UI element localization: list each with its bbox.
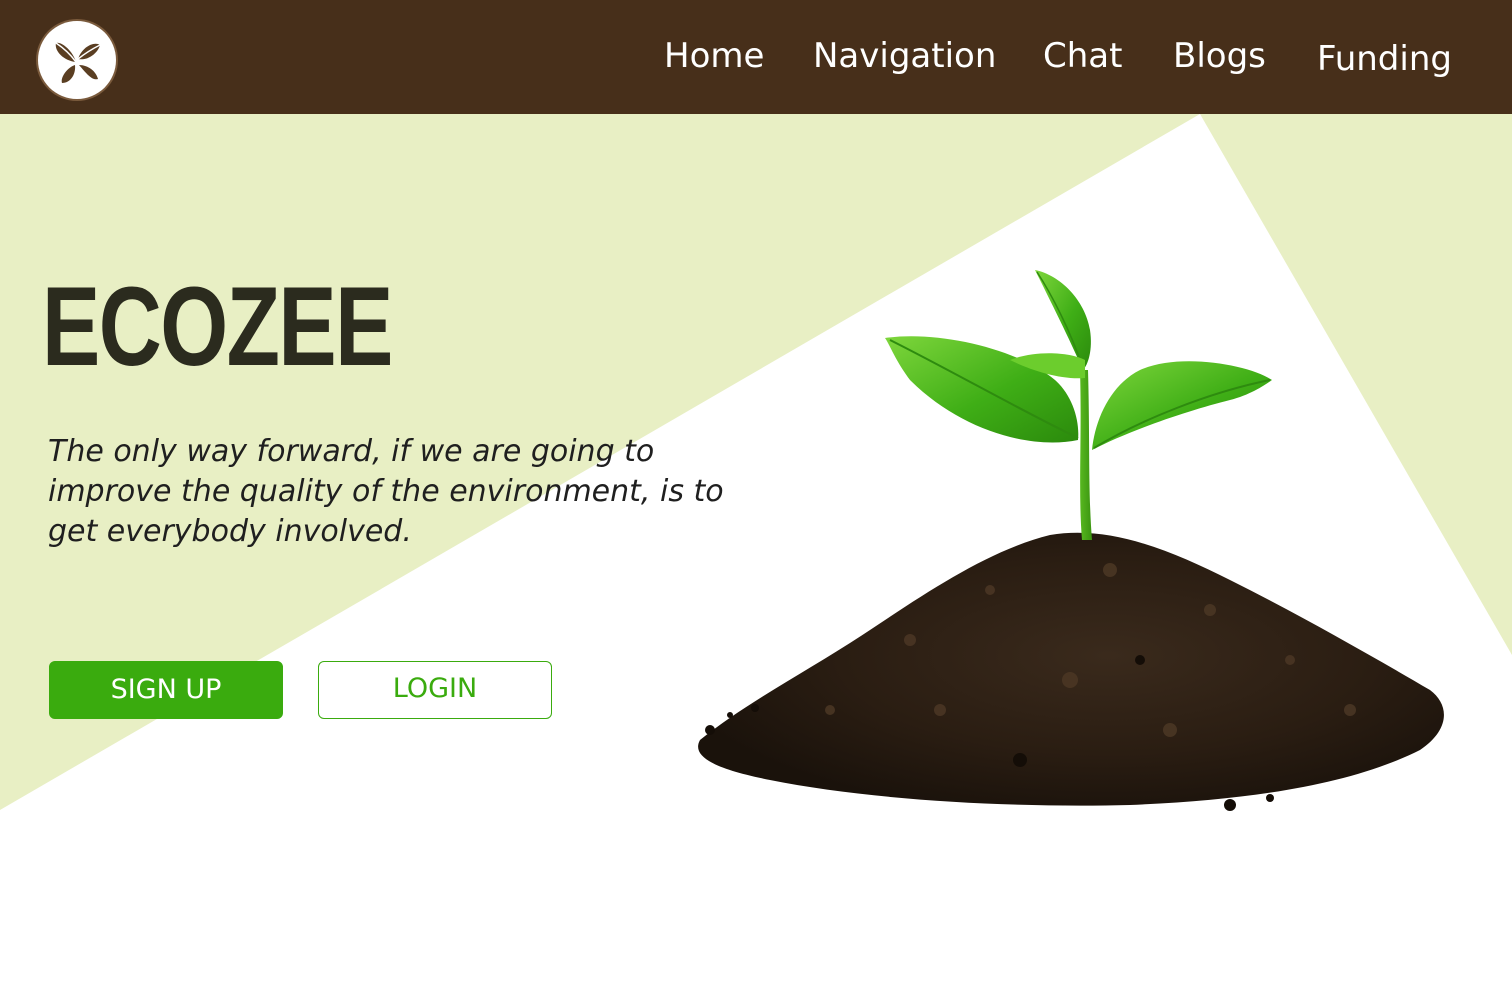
signup-button[interactable]: SIGN UP xyxy=(49,661,283,719)
logo-leaf-icon[interactable] xyxy=(38,21,116,99)
hero-tagline: The only way forward, if we are going to… xyxy=(48,434,724,549)
nav-link-navigation[interactable]: Navigation xyxy=(813,36,996,76)
seedling-soil-image xyxy=(698,270,1444,811)
top-navbar: Home Navigation Chat Blogs Funding xyxy=(0,0,1512,114)
hero-title: ECOZEE xyxy=(42,264,393,389)
nav-link-blogs[interactable]: Blogs xyxy=(1173,36,1266,76)
nav-link-chat[interactable]: Chat xyxy=(1043,36,1122,76)
nav-link-home[interactable]: Home xyxy=(664,36,764,76)
nav-link-funding[interactable]: Funding xyxy=(1317,39,1452,79)
login-button[interactable]: LOGIN xyxy=(318,661,552,719)
